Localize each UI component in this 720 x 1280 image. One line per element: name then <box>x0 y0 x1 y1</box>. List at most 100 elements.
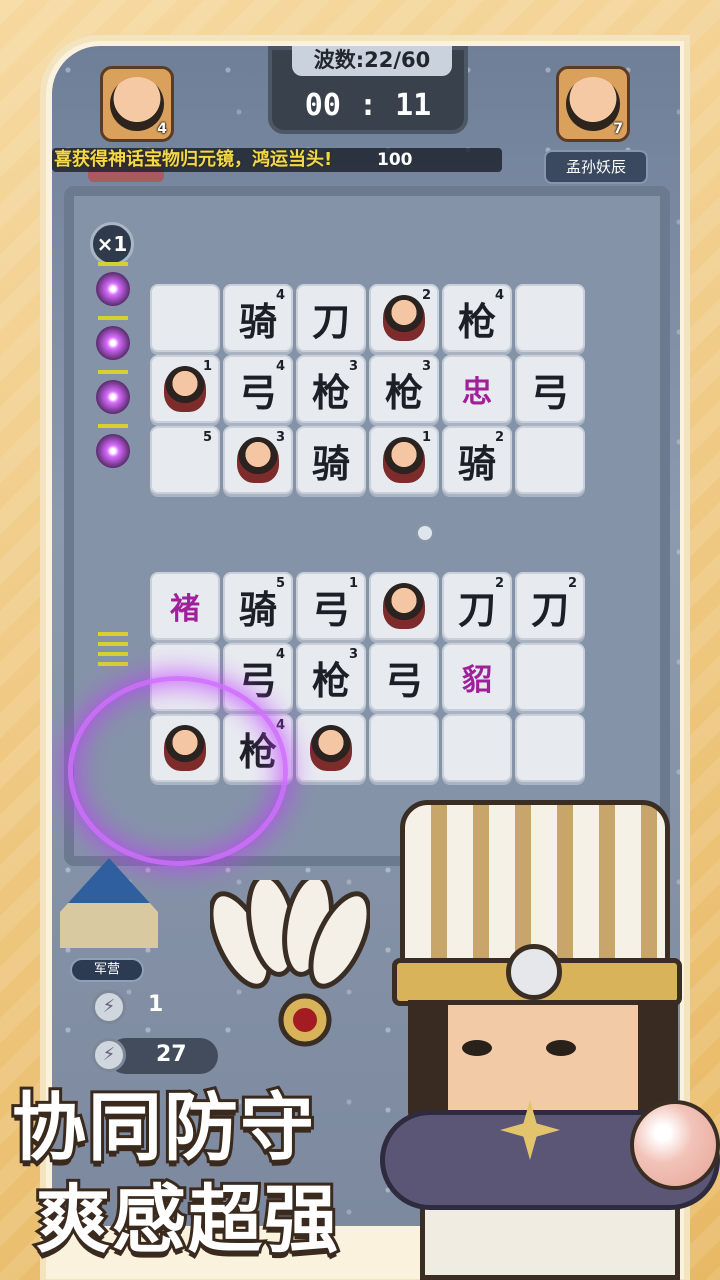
tile-glyph: 枪 <box>384 369 423 415</box>
tile-level: 4 <box>494 288 504 303</box>
bolt-count: 27 <box>156 1042 187 1067</box>
enemy-unit <box>96 272 130 306</box>
feather-fan-icon <box>210 880 370 1047</box>
upper-tile-grid: 骑4刀2枪41弓4枪3枪3忠弓53骑1骑2 <box>150 284 585 494</box>
tile-level: 4 <box>275 359 285 374</box>
board-tile[interactable]: 骑5 <box>223 572 293 640</box>
board-tile[interactable]: 褚 <box>150 572 220 640</box>
board-tile[interactable]: 枪3 <box>369 355 439 423</box>
hero-unit[interactable] <box>383 583 425 629</box>
tile-level: 1 <box>421 430 431 445</box>
board-tile[interactable]: 貂 <box>442 643 512 711</box>
board-tile[interactable]: 枪4 <box>442 284 512 352</box>
board-tile[interactable]: 3 <box>223 426 293 494</box>
hero-unit[interactable] <box>310 725 352 771</box>
board-tile[interactable]: 枪3 <box>296 355 366 423</box>
board-tile[interactable]: 弓4 <box>223 355 293 423</box>
board-tile[interactable] <box>442 714 512 782</box>
tile-level: 2 <box>494 576 504 591</box>
board-tile[interactable]: 忠 <box>442 355 512 423</box>
board-tile[interactable]: 骑2 <box>442 426 512 494</box>
lightning-coin-icon[interactable]: ⚡ <box>92 1038 126 1072</box>
enemy-unit <box>96 434 130 468</box>
slogan-line-1: 协同防守 <box>9 1082 317 1174</box>
tile-glyph: 骑 <box>457 440 496 486</box>
ticker-number: 100 <box>377 150 413 170</box>
wave-panel: 波数:22/60 00 : 11 <box>268 46 468 134</box>
tile-level: 5 <box>275 576 285 591</box>
tile-glyph: 褚 <box>170 592 200 627</box>
enemy-unit <box>96 326 130 360</box>
left-hero-level: 4 <box>157 121 167 137</box>
board-tile[interactable]: 1 <box>369 426 439 494</box>
board-tile[interactable] <box>515 714 585 782</box>
hero-unit[interactable] <box>383 437 425 483</box>
purple-vortex-effect <box>68 676 288 866</box>
board-tile[interactable]: 弓1 <box>296 572 366 640</box>
board-tile[interactable] <box>515 284 585 352</box>
enemy-column-lower <box>96 632 136 672</box>
enemy-unit <box>96 380 130 414</box>
board-tile[interactable]: 刀2 <box>515 572 585 640</box>
tile-glyph: 枪 <box>311 657 350 703</box>
tile-level: 3 <box>275 430 285 445</box>
hero-unit[interactable] <box>237 437 279 483</box>
board-tile[interactable] <box>296 714 366 782</box>
board-tile[interactable]: 骑4 <box>223 284 293 352</box>
tile-glyph: 刀 <box>457 586 496 632</box>
camp-label[interactable]: 军营 <box>70 958 144 982</box>
tile-glyph: 弓 <box>238 369 277 415</box>
hero-face <box>110 77 164 131</box>
tile-glyph: 枪 <box>311 369 350 415</box>
tile-level: 3 <box>348 359 358 374</box>
right-player-tag[interactable]: 孟孙妖辰 <box>544 150 648 184</box>
tile-level: 4 <box>275 647 285 662</box>
board-tile[interactable] <box>369 572 439 640</box>
right-hero-level: 7 <box>613 121 623 137</box>
left-hero-avatar[interactable]: 4 <box>100 66 174 142</box>
enemy-hp-bar <box>98 652 128 656</box>
enemy-hp-bar <box>98 424 128 428</box>
board-tile[interactable]: 弓 <box>515 355 585 423</box>
board-tile[interactable] <box>369 714 439 782</box>
board-tile[interactable]: 1 <box>150 355 220 423</box>
hat-ornament <box>506 944 562 1000</box>
tile-glyph: 枪 <box>457 298 496 344</box>
hero-fist <box>630 1100 720 1190</box>
enemy-hp-bar <box>98 632 128 636</box>
bolt-count-small: 1 <box>148 992 164 1017</box>
slogan-line-2: 爽感超强 <box>33 1174 341 1266</box>
board-tile[interactable] <box>150 284 220 352</box>
hero-unit[interactable] <box>164 366 206 412</box>
tile-level: 2 <box>567 576 577 591</box>
lightning-coin-icon: ⚡ <box>92 990 126 1024</box>
board-tile[interactable] <box>515 426 585 494</box>
tile-glyph: 忠 <box>462 375 492 410</box>
announcement-ticker: 喜获得神话宝物归元镜，鸿运当头! <box>54 149 333 170</box>
tile-glyph: 刀 <box>311 298 350 344</box>
board-tile[interactable]: 5 <box>150 426 220 494</box>
enemy-hp-bar <box>98 642 128 646</box>
enemy-hp-bar <box>98 262 128 266</box>
tile-level: 5 <box>202 430 212 445</box>
board-tile[interactable] <box>515 643 585 711</box>
enemy-hp-bar <box>98 662 128 666</box>
board-tile[interactable]: 弓 <box>369 643 439 711</box>
tile-glyph: 弓 <box>384 657 423 703</box>
enemy-hp-bar <box>98 316 128 320</box>
wave-timer: 00 : 11 <box>304 88 432 123</box>
tile-glyph: 骑 <box>311 440 350 486</box>
tile-level: 1 <box>348 576 358 591</box>
tile-level: 1 <box>202 359 212 374</box>
coin-drop-icon[interactable] <box>416 524 434 542</box>
hero-unit[interactable] <box>383 295 425 341</box>
speed-toggle-button[interactable]: ×1 <box>90 222 134 266</box>
board-tile[interactable]: 2 <box>369 284 439 352</box>
board-tile[interactable]: 枪3 <box>296 643 366 711</box>
right-hero-avatar[interactable]: 7 <box>556 66 630 142</box>
board-tile[interactable]: 刀2 <box>442 572 512 640</box>
board-tile[interactable]: 骑 <box>296 426 366 494</box>
board-tile[interactable]: 刀 <box>296 284 366 352</box>
tile-glyph: 骑 <box>238 586 277 632</box>
tile-glyph: 弓 <box>530 369 569 415</box>
